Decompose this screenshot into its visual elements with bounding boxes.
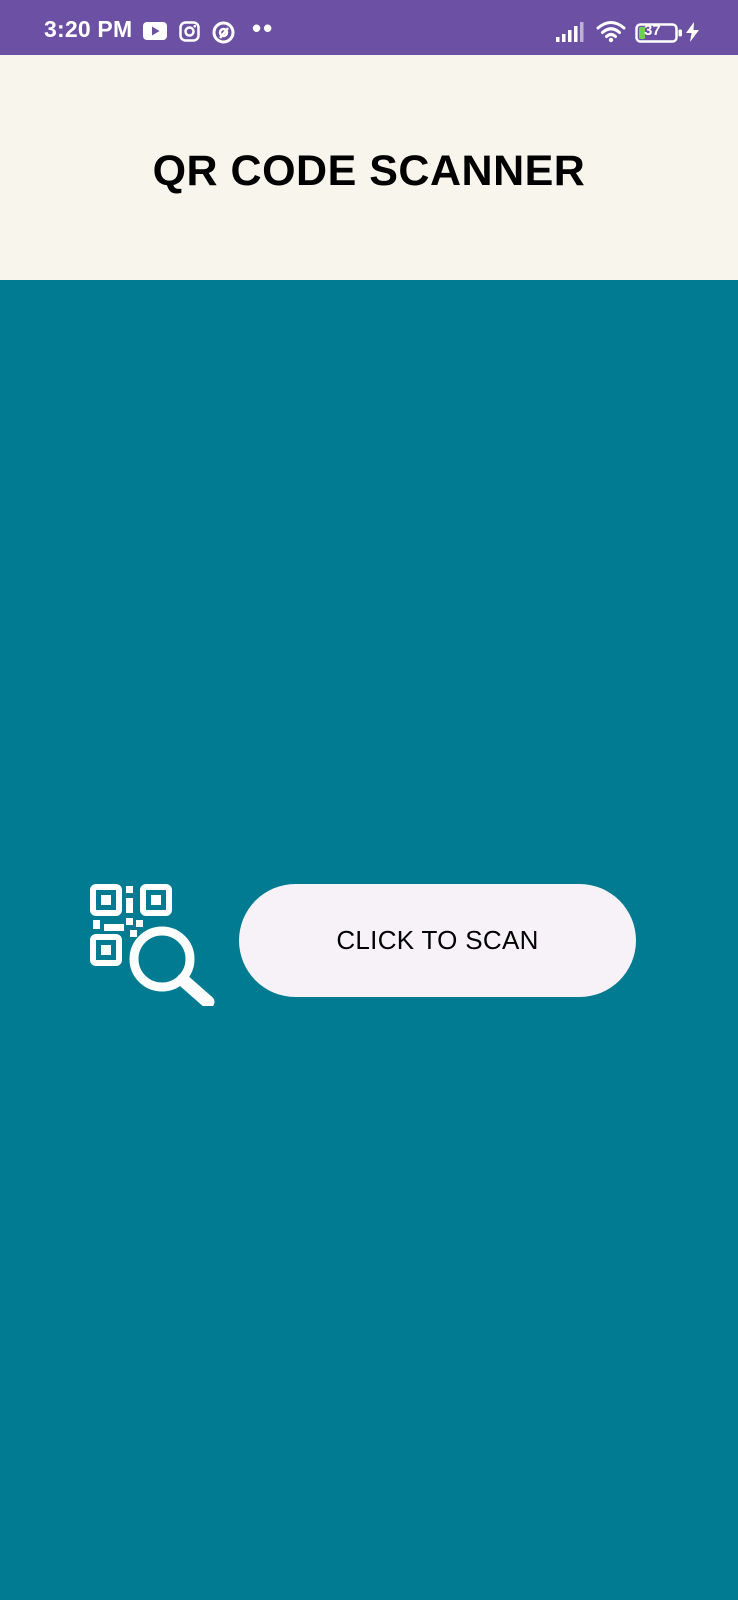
more-notifications-indicator: •• — [252, 13, 275, 43]
charging-icon — [686, 22, 699, 42]
qr-search-icon — [90, 884, 215, 1006]
app-notification-icon — [212, 21, 235, 44]
page-title: QR CODE SCANNER — [152, 147, 586, 195]
status-bar: 3:20 PM •• 37 — [0, 0, 738, 55]
scan-button[interactable]: CLICK TO SCAN — [239, 884, 636, 997]
signal-icon — [556, 22, 584, 42]
status-time: 3:20 PM — [44, 16, 133, 42]
instagram-icon — [179, 21, 200, 42]
wifi-icon — [596, 21, 626, 43]
youtube-icon — [143, 22, 167, 40]
app-header: QR CODE SCANNER — [0, 55, 738, 280]
battery-level: 37 — [644, 22, 661, 39]
main-content: CLICK TO SCAN — [0, 280, 738, 1600]
